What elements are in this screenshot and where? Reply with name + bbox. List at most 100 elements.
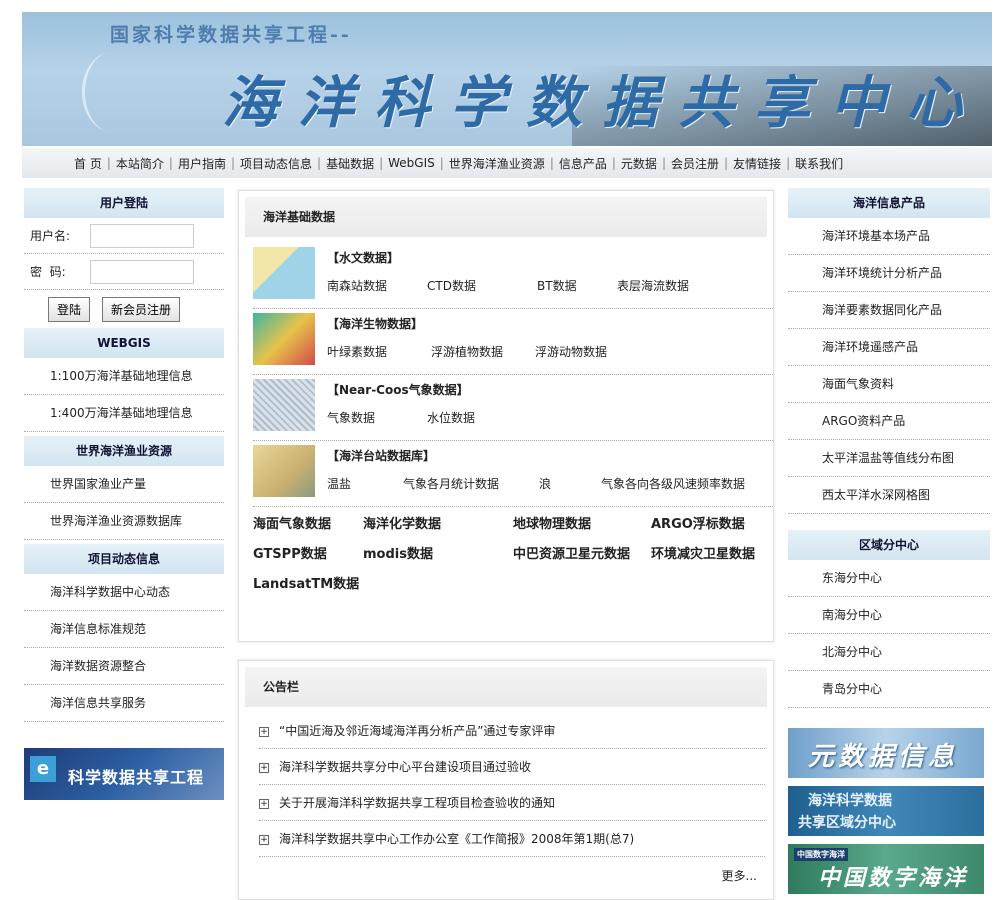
- category-link[interactable]: 表层海流数据: [617, 277, 689, 294]
- project-title: 项目动态信息: [24, 544, 224, 574]
- nav-item[interactable]: 元数据: [621, 155, 657, 172]
- nav-separator: |: [106, 156, 111, 170]
- product-link[interactable]: 海洋环境统计分析产品: [788, 255, 990, 292]
- nav-item[interactable]: 会员注册: [671, 155, 719, 172]
- dataset-links: 海面气象数据 海洋化学数据 地球物理数据 ARGO浮标数据 GTSPP数据 modis数据…: [239, 507, 773, 597]
- product-link[interactable]: ARGO资料产品: [788, 403, 990, 440]
- nav-item[interactable]: 友情链接: [733, 155, 781, 172]
- nav-separator: |: [379, 156, 384, 170]
- category-link[interactable]: 浮游植物数据: [431, 343, 535, 360]
- metadata-banner[interactable]: 元数据信息: [788, 728, 984, 778]
- science-data-banner[interactable]: e 科学数据共享工程: [24, 748, 224, 800]
- notice-item[interactable]: + 海洋科学数据共享中心工作办公室《工作简报》2008年第1期(总7): [259, 821, 765, 857]
- category-link[interactable]: 浮游动物数据: [535, 343, 607, 360]
- category-link[interactable]: BT数据: [537, 277, 617, 294]
- project-link[interactable]: 海洋数据资源整合: [24, 648, 224, 685]
- nav-separator: |: [230, 156, 235, 170]
- banner-decoration: [82, 52, 142, 132]
- notice-item[interactable]: + 关于开展海洋科学数据共享工程项目检查验收的通知: [259, 785, 765, 821]
- category-links: 叶绿素数据 浮游植物数据 浮游动物数据: [327, 343, 607, 360]
- password-row: 密 码:: [24, 254, 224, 290]
- nav-item[interactable]: 信息产品: [559, 155, 607, 172]
- data-category: 【Near-Coos气象数据】 气象数据 水位数据: [253, 375, 773, 441]
- category-link[interactable]: 水位数据: [427, 409, 475, 426]
- webgis-link[interactable]: 1:100万海洋基础地理信息: [24, 358, 224, 395]
- category-thumbnail[interactable]: [253, 247, 315, 299]
- webgis-link[interactable]: 1:400万海洋基础地理信息: [24, 395, 224, 432]
- product-link[interactable]: 海面气象资料: [788, 366, 990, 403]
- nav-item[interactable]: 首 页: [74, 155, 102, 172]
- category-link[interactable]: 叶绿素数据: [327, 343, 431, 360]
- dataset-link[interactable]: ARGO浮标数据: [651, 513, 771, 532]
- category-title[interactable]: 【Near-Coos气象数据】: [327, 381, 469, 398]
- fishery-list: 世界国家渔业产量 世界海洋渔业资源数据库: [24, 466, 224, 540]
- dataset-link[interactable]: 地球物理数据: [513, 513, 651, 532]
- nav-item[interactable]: 联系我们: [795, 155, 843, 172]
- basic-data-panel: 海洋基础数据 【水文数据】 南森站数据 CTD数据 BT数据 表层海流数据 【海洋生物数据…: [238, 190, 774, 642]
- category-link[interactable]: CTD数据: [427, 277, 537, 294]
- regional-center-link[interactable]: 东海分中心: [788, 560, 990, 597]
- register-button[interactable]: 新会员注册: [102, 296, 181, 322]
- nav-separator: |: [724, 156, 729, 170]
- category-link[interactable]: 南森站数据: [327, 277, 427, 294]
- dataset-link[interactable]: 中巴资源卫星元数据: [513, 543, 651, 562]
- category-title[interactable]: 【海洋台站数据库】: [327, 447, 435, 464]
- project-link[interactable]: 海洋信息共享服务: [24, 685, 224, 722]
- nav-separator: |: [168, 156, 173, 170]
- category-title[interactable]: 【水文数据】: [327, 249, 399, 266]
- expand-plus-icon: +: [259, 726, 269, 737]
- dataset-link[interactable]: modis数据: [363, 543, 513, 562]
- nav-item[interactable]: 用户指南: [178, 155, 226, 172]
- notice-text: 海洋科学数据共享中心工作办公室《工作简报》2008年第1期(总7): [279, 832, 635, 846]
- regional-center-link[interactable]: 北海分中心: [788, 634, 990, 671]
- more-link[interactable]: 更多...: [722, 869, 757, 883]
- product-link[interactable]: 太平洋温盐等值线分布图: [788, 440, 990, 477]
- nav-item[interactable]: 世界海洋渔业资源: [449, 155, 545, 172]
- dataset-link[interactable]: LandsatTM数据: [253, 573, 363, 592]
- category-link[interactable]: 气象各向各级风速频率数据: [601, 475, 745, 492]
- expand-plus-icon: +: [259, 834, 269, 845]
- nav-item[interactable]: 基础数据: [326, 155, 374, 172]
- category-thumbnail[interactable]: [253, 379, 315, 431]
- fishery-link[interactable]: 世界海洋渔业资源数据库: [24, 503, 224, 540]
- product-link[interactable]: 海洋要素数据同化产品: [788, 292, 990, 329]
- project-link[interactable]: 海洋科学数据中心动态: [24, 574, 224, 611]
- password-input[interactable]: [90, 259, 194, 284]
- username-input[interactable]: [90, 223, 194, 248]
- nav-item[interactable]: 本站简介: [116, 155, 164, 172]
- product-link[interactable]: 海洋环境基本场产品: [788, 218, 990, 255]
- category-link[interactable]: 浪: [539, 475, 601, 492]
- project-link[interactable]: 海洋信息标准规范: [24, 611, 224, 648]
- regional-center-link[interactable]: 南海分中心: [788, 597, 990, 634]
- nav-separator: |: [317, 156, 322, 170]
- dataset-link[interactable]: 环境减灾卫星数据: [651, 543, 771, 562]
- fishery-link[interactable]: 世界国家渔业产量: [24, 466, 224, 503]
- notice-item[interactable]: + 海洋科学数据共享分中心平台建设项目通过验收: [259, 749, 765, 785]
- regional-center-link[interactable]: 青岛分中心: [788, 671, 990, 708]
- category-thumbnail[interactable]: [253, 445, 315, 497]
- project-list: 海洋科学数据中心动态 海洋信息标准规范 海洋数据资源整合 海洋信息共享服务: [24, 574, 224, 722]
- dataset-link[interactable]: 海洋化学数据: [363, 513, 513, 532]
- category-list: 【水文数据】 南森站数据 CTD数据 BT数据 表层海流数据 【海洋生物数据】 叶绿素数据浮…: [239, 243, 773, 507]
- nav-item[interactable]: 项目动态信息: [240, 155, 312, 172]
- digital-ocean-banner[interactable]: 中国数字海洋 中国数字海洋: [788, 844, 984, 894]
- basic-data-title: 海洋基础数据: [245, 197, 767, 237]
- category-title[interactable]: 【海洋生物数据】: [327, 315, 423, 332]
- notice-list: + “中国近海及邻近海域海洋再分析产品”通过专家评审 + 海洋科学数据共享分中心平台建…: [239, 713, 773, 857]
- product-link[interactable]: 西太平洋水深网格图: [788, 477, 990, 514]
- nav-item[interactable]: WebGIS: [388, 156, 435, 170]
- dataset-link[interactable]: 海面气象数据: [253, 513, 363, 532]
- regional-banner-line1: 海洋科学数据: [808, 793, 892, 809]
- product-link[interactable]: 海洋环境遥感产品: [788, 329, 990, 366]
- dataset-link[interactable]: GTSPP数据: [253, 543, 363, 562]
- notice-item[interactable]: + “中国近海及邻近海域海洋再分析产品”通过专家评审: [259, 713, 765, 749]
- login-button[interactable]: 登陆: [48, 296, 91, 322]
- category-link[interactable]: 气象各月统计数据: [403, 475, 539, 492]
- category-links: 南森站数据 CTD数据 BT数据 表层海流数据: [327, 277, 689, 294]
- regional-center-banner[interactable]: 海洋科学数据 共享区域分中心: [788, 786, 984, 836]
- category-thumbnail[interactable]: [253, 313, 315, 365]
- expand-plus-icon: +: [259, 798, 269, 809]
- nav-separator: |: [549, 156, 554, 170]
- category-link[interactable]: 气象数据: [327, 409, 427, 426]
- category-link[interactable]: 温盐: [327, 475, 403, 492]
